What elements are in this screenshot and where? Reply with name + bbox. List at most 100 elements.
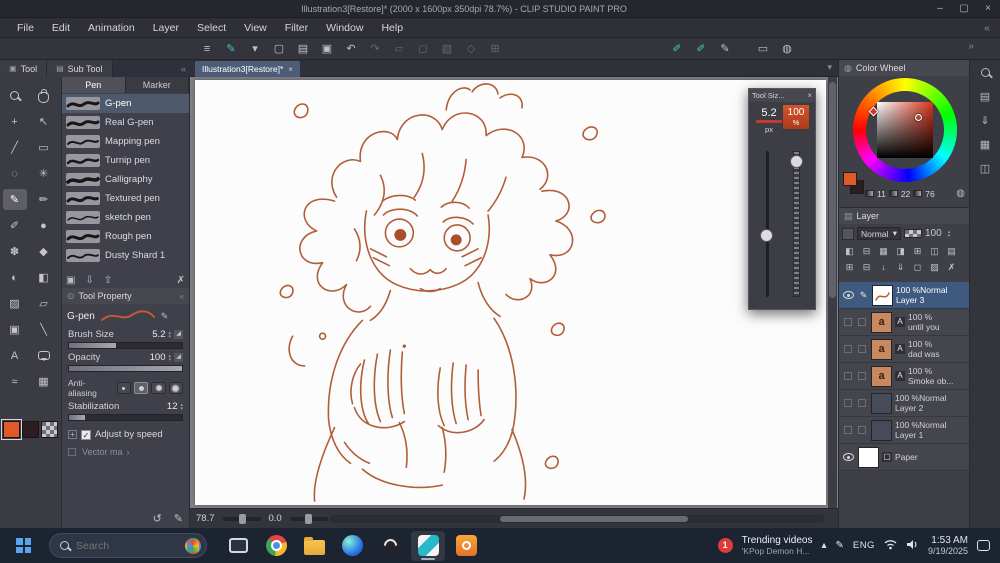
- layer-row-layer2[interactable]: 100 %Normal Layer 2: [839, 390, 969, 417]
- brush-size-spinner[interactable]: ▴ ▾: [168, 330, 171, 339]
- reference-layer-icon[interactable]: ▤: [944, 245, 959, 258]
- task-view-button[interactable]: [221, 531, 255, 561]
- wifi-icon[interactable]: [884, 539, 897, 553]
- move-tool-icon[interactable]: +: [3, 111, 27, 132]
- tab-list-dropdown-icon[interactable]: ▾: [827, 62, 832, 73]
- create-mask-icon[interactable]: ◻: [910, 261, 925, 274]
- blend-mode-select[interactable]: Normal ▾: [857, 227, 901, 240]
- sub-tool-item[interactable]: Dusty Shard 1: [62, 246, 189, 265]
- select-checkbox[interactable]: [858, 372, 866, 380]
- news-widget[interactable]: Trending videos 'KPop Demon H...: [742, 535, 813, 557]
- apply-mask-icon[interactable]: ▨: [927, 261, 942, 274]
- menu-window[interactable]: Window: [317, 18, 372, 38]
- menu-file[interactable]: File: [8, 18, 43, 38]
- search-input[interactable]: [76, 539, 178, 552]
- zoom-value[interactable]: 78.7: [196, 513, 215, 524]
- redo-icon[interactable]: ↷: [364, 40, 386, 58]
- hue-value[interactable]: 11: [877, 189, 886, 199]
- taskbar-search[interactable]: [49, 533, 207, 558]
- horizontal-scrollbar[interactable]: [330, 515, 824, 523]
- layer-color-icon[interactable]: ◫: [927, 245, 942, 258]
- layer-opacity-value[interactable]: 100: [925, 228, 942, 239]
- volume-icon[interactable]: [906, 539, 919, 553]
- visibility-eye-icon[interactable]: [843, 291, 854, 299]
- panel-menu-icon[interactable]: «: [180, 292, 184, 301]
- set-ruler-icon[interactable]: ⊞: [910, 245, 925, 258]
- material-panel-icon[interactable]: ▤: [970, 84, 1000, 108]
- menu-select[interactable]: Select: [188, 18, 235, 38]
- size-slider-knob[interactable]: [760, 229, 773, 242]
- correct-line-icon[interactable]: ✐: [666, 40, 688, 58]
- vector-magnet-checkbox[interactable]: [68, 448, 76, 456]
- brush-size-value[interactable]: 5.2: [152, 329, 165, 340]
- tab-marker[interactable]: Marker: [125, 77, 189, 93]
- eraser-tool-icon[interactable]: ◆: [32, 241, 56, 262]
- select-checkbox[interactable]: [858, 399, 866, 407]
- show-as-list-icon[interactable]: ▣: [66, 275, 75, 286]
- value-value[interactable]: 76: [925, 189, 934, 199]
- sub-tool-item[interactable]: Mapping pen: [62, 132, 189, 151]
- sn ap-grid-icon[interactable]: ⊞: [484, 40, 506, 58]
- fill-tool-icon[interactable]: ◧: [32, 267, 56, 288]
- sub-tool-item[interactable]: G-pen: [62, 94, 189, 113]
- color-set-panel-icon[interactable]: ▦: [970, 132, 1000, 156]
- hidden-icons-chevron[interactable]: ▴: [821, 540, 826, 551]
- operation-tool-icon[interactable]: ↖: [32, 111, 56, 132]
- stabilization-spinner[interactable]: ▴ ▾: [180, 402, 183, 411]
- layer-row-layer3[interactable]: ✎ 100 %Normal Layer 3: [839, 282, 969, 309]
- rotation-slider[interactable]: [289, 513, 328, 524]
- delete-sub-tool-icon[interactable]: ✗: [177, 275, 185, 286]
- opacity-options-button[interactable]: ◢: [174, 353, 183, 362]
- clip-to-layer-icon[interactable]: ◧: [842, 245, 857, 258]
- anti-aliasing-weak-button[interactable]: [134, 382, 149, 394]
- select-checkbox[interactable]: [858, 318, 866, 326]
- tool-dropdown-icon[interactable]: ▾: [244, 40, 266, 58]
- sv-marker[interactable]: [915, 114, 923, 122]
- menu-help[interactable]: Help: [372, 18, 412, 38]
- tab-tool[interactable]: ▣ Tool: [0, 60, 48, 77]
- text-tool-icon[interactable]: A: [3, 345, 27, 366]
- maximize-button[interactable]: ▢: [952, 0, 976, 18]
- visibility-checkbox[interactable]: [843, 426, 852, 434]
- saturation-value[interactable]: 22: [901, 189, 910, 199]
- decoration-tool-icon[interactable]: ✽: [3, 241, 27, 262]
- visibility-checkbox[interactable]: [843, 399, 852, 407]
- size-slider-track[interactable]: [766, 151, 769, 297]
- menu-view[interactable]: View: [235, 18, 276, 38]
- opacity-slider-track[interactable]: [793, 151, 800, 297]
- sub-view-panel-icon[interactable]: ◫: [970, 156, 1000, 180]
- eyedropper-tool-icon[interactable]: ╱: [3, 137, 27, 158]
- hue-ring[interactable]: [853, 78, 957, 182]
- delete-layer-icon[interactable]: ✗: [944, 261, 959, 274]
- menu-layer[interactable]: Layer: [144, 18, 188, 38]
- new-raster-layer-icon[interactable]: ⊞: [842, 261, 857, 274]
- brush-size-options-button[interactable]: ◢: [174, 330, 183, 339]
- layer-row-layer1[interactable]: 100 %Normal Layer 1: [839, 417, 969, 444]
- download-panel-icon[interactable]: ⇓: [970, 108, 1000, 132]
- anti-aliasing-none-button[interactable]: [116, 382, 132, 394]
- save-file-icon[interactable]: ▣: [316, 40, 338, 58]
- frame-tool-icon[interactable]: ▣: [3, 319, 27, 340]
- snap-ruler-icon[interactable]: ▭: [752, 40, 774, 58]
- collapse-chevron-icon[interactable]: «: [984, 22, 990, 34]
- light-table-icon[interactable]: ◍: [776, 40, 798, 58]
- saturation-value-box[interactable]: [877, 102, 933, 158]
- pencil-tool-icon[interactable]: ✏: [32, 189, 56, 210]
- vector-more-icon[interactable]: ›: [127, 447, 130, 457]
- sub-tool-item[interactable]: Rough pen: [62, 227, 189, 246]
- expander-icon[interactable]: +: [68, 430, 77, 439]
- brush-size-slider[interactable]: [68, 342, 183, 349]
- lock-transparent-icon[interactable]: ▦: [876, 245, 891, 258]
- sub-tool-item[interactable]: Turnip pen: [62, 151, 189, 170]
- pen-tool-icon[interactable]: ✎: [2, 189, 27, 210]
- new-canvas-icon[interactable]: ▢: [268, 40, 290, 58]
- sub-tool-item[interactable]: Calligraphy: [62, 170, 189, 189]
- select-checkbox[interactable]: [858, 345, 866, 353]
- sub-tool-item[interactable]: Textured pen: [62, 189, 189, 208]
- new-layer-folder-icon[interactable]: ⊟: [859, 261, 874, 274]
- pen-tray-icon[interactable]: ✎: [835, 540, 843, 551]
- open-file-icon[interactable]: ▤: [292, 40, 314, 58]
- transfer-to-lower-icon[interactable]: ↓: [876, 261, 891, 274]
- cut-icon[interactable]: ▱: [388, 40, 410, 58]
- stabilization-slider[interactable]: [68, 414, 183, 421]
